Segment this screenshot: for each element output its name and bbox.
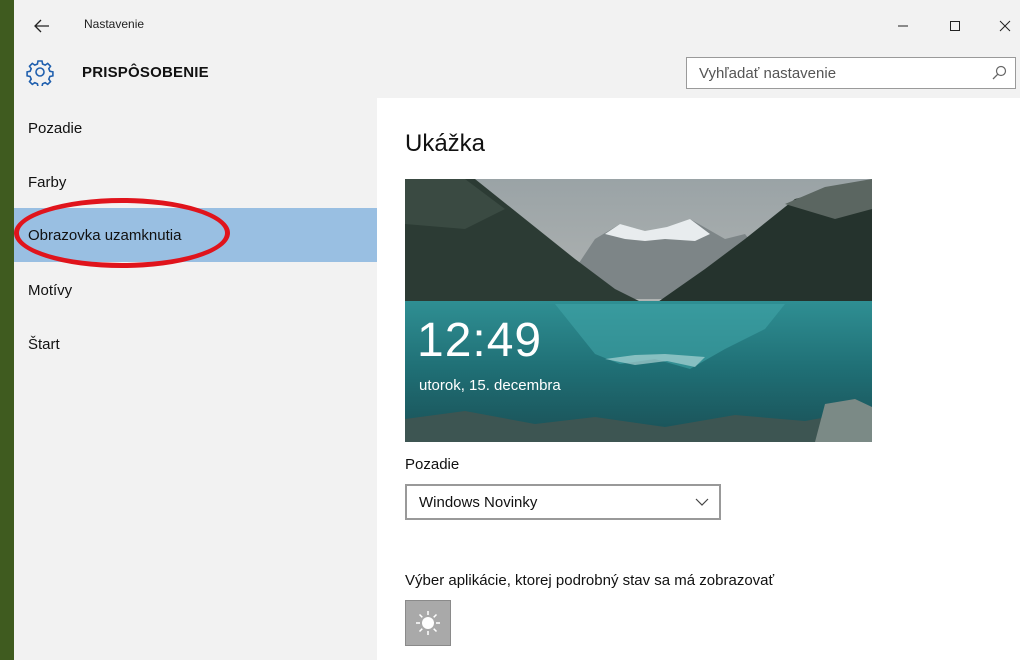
sidebar-item-motivy[interactable]: Motívy — [14, 263, 377, 317]
app-status-label: Výber aplikácie, ktorej podrobný stav sa… — [405, 572, 775, 589]
back-arrow-icon — [34, 19, 49, 33]
main-content: Ukážka 12:49 utorok, 15. decembra Pozadi… — [377, 98, 1020, 660]
sidebar-item-start[interactable]: Štart — [14, 317, 377, 371]
preview-title: Ukážka — [405, 130, 486, 157]
sidebar-item-label: Štart — [28, 335, 60, 353]
minimize-icon — [898, 25, 908, 27]
chevron-down-icon — [695, 498, 709, 506]
sidebar-item-label: Obrazovka uzamknutia — [28, 226, 182, 244]
minimize-button[interactable] — [880, 10, 926, 42]
title-bar: Nastavenie — [14, 0, 1020, 50]
brightness-icon — [416, 611, 440, 635]
settings-window: Nastavenie PRISPÔSOBENIE Vyhľadať nastav… — [14, 0, 1020, 660]
search-box[interactable] — [686, 57, 1016, 89]
background-dropdown-value: Windows Novinky — [419, 494, 538, 511]
background-dropdown[interactable]: Windows Novinky — [405, 484, 721, 520]
lock-screen-time: 12:49 — [417, 314, 543, 367]
lock-screen-date: utorok, 15. decembra — [419, 377, 561, 394]
window-title: Nastavenie — [84, 17, 145, 31]
search-icon[interactable] — [991, 65, 1007, 81]
sidebar-item-obrazovka-uzamknutia[interactable]: Obrazovka uzamknutia — [14, 208, 377, 262]
maximize-button[interactable] — [932, 10, 978, 42]
sidebar-item-pozadie[interactable]: Pozadie — [14, 101, 377, 155]
sidebar-item-label: Motívy — [28, 281, 73, 299]
page-title: PRISPÔSOBENIE — [82, 64, 209, 81]
sidebar-item-farby[interactable]: Farby — [14, 155, 377, 209]
gear-icon — [26, 60, 54, 86]
close-icon — [999, 20, 1011, 32]
maximize-icon — [950, 21, 960, 31]
app-status-tile[interactable] — [405, 600, 451, 646]
sidebar-item-label: Pozadie — [28, 119, 83, 137]
close-button[interactable] — [982, 10, 1020, 42]
search-input[interactable] — [687, 58, 979, 88]
sidebar: Pozadie Farby Obrazovka uzamknutia Motív… — [14, 98, 377, 660]
settings-header: PRISPÔSOBENIE — [14, 50, 1020, 98]
background-label: Pozadie — [405, 456, 460, 473]
landscape-image — [405, 179, 872, 442]
sidebar-item-label: Farby — [28, 173, 67, 191]
lock-screen-preview: 12:49 utorok, 15. decembra — [405, 179, 872, 442]
back-button[interactable] — [24, 10, 60, 42]
